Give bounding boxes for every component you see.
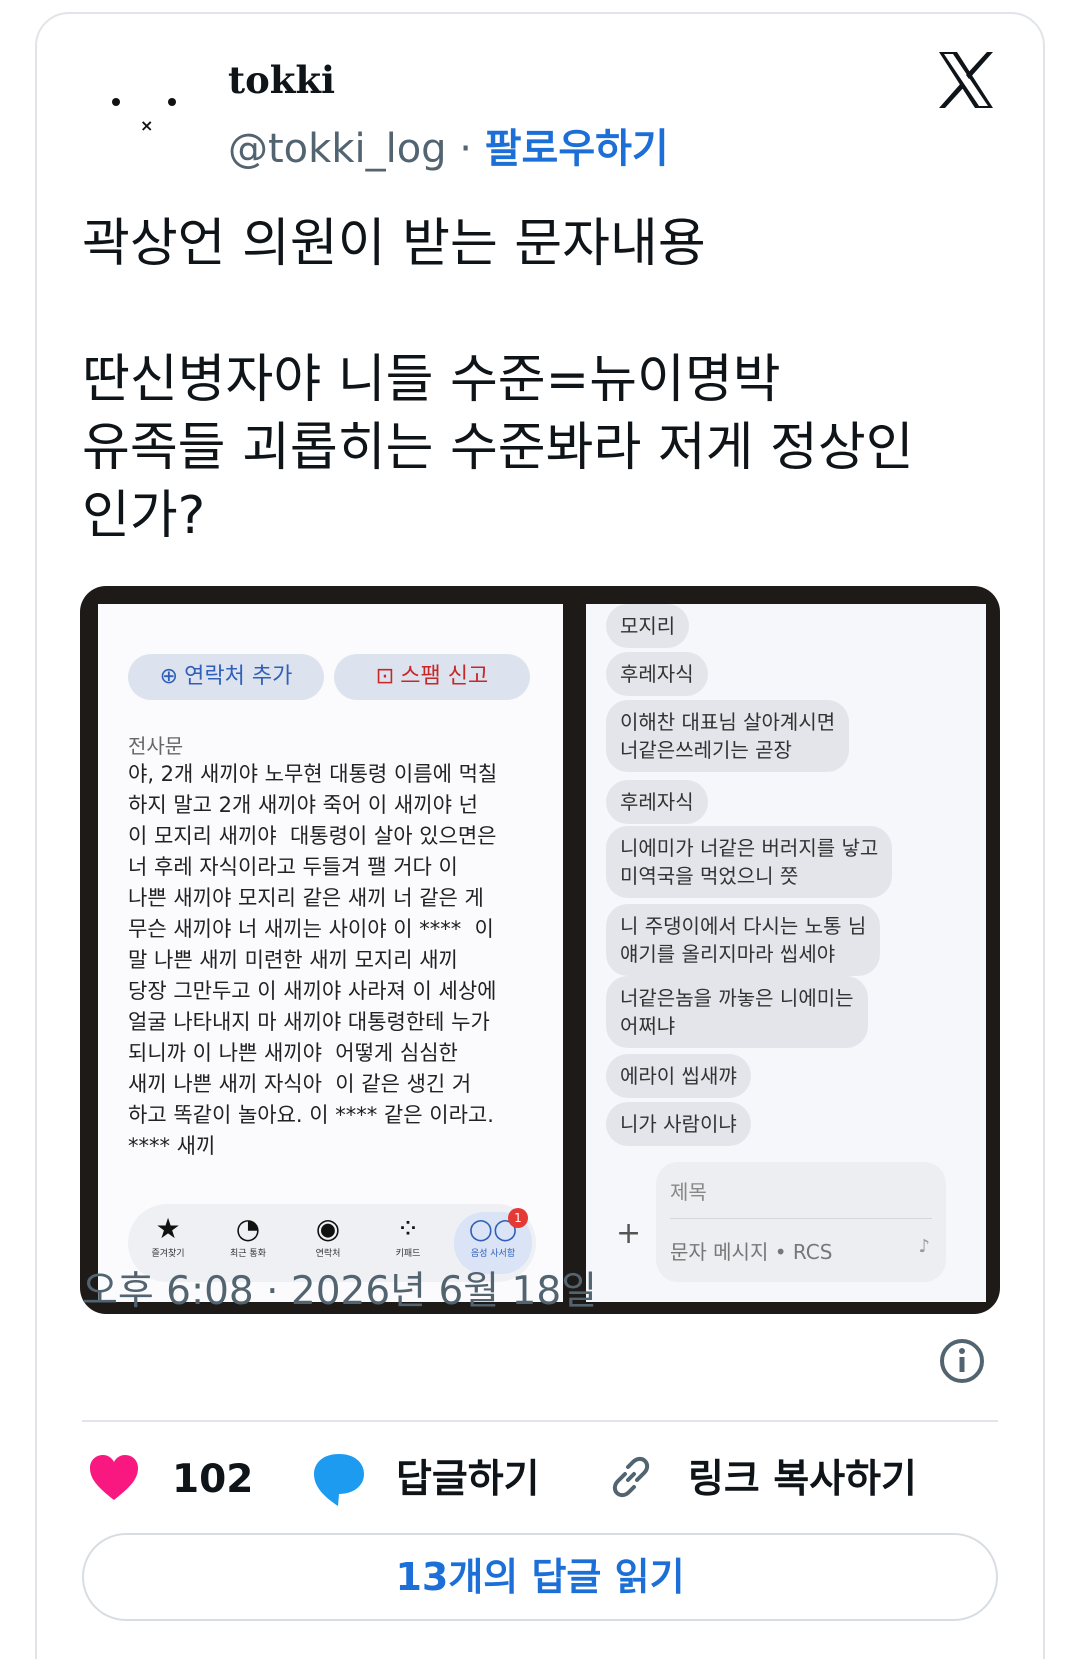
tweet-timestamp[interactable]: 오후 6:08 · 2026년 6월 18일 <box>82 1260 597 1316</box>
mic-icon: ♪ <box>918 1236 931 1257</box>
x-logo-icon[interactable] <box>935 50 997 110</box>
clock-icon: ◔ <box>235 1212 261 1245</box>
link-icon[interactable] <box>606 1452 656 1502</box>
reply-bubble-icon[interactable] <box>312 1450 366 1508</box>
report-icon: ⊡ <box>375 664 395 689</box>
transcript-label: 전사문 <box>128 734 184 758</box>
message-bubble: 니 주댕이에서 다시는 노통 님 얘기를 올리지마라 씹세야 <box>606 904 881 976</box>
reply-button[interactable]: 답글하기 <box>396 1440 540 1520</box>
attach-plus-icon: + <box>616 1216 642 1251</box>
person-icon: ◉ <box>315 1212 341 1245</box>
message-composer: 제목 문자 메시지 • RCS ♪ <box>656 1162 946 1282</box>
actions-divider <box>82 1420 998 1422</box>
add-contact-label: 연락처 추가 <box>184 664 293 689</box>
add-contact-icon: ⊕ <box>159 664 179 689</box>
avatar-eye-left <box>112 98 120 106</box>
subject-placeholder: 제목 <box>670 1180 707 1204</box>
dock-label: 연락처 <box>315 1249 341 1259</box>
follow-button[interactable]: 팔로우하기 <box>485 126 669 172</box>
info-icon[interactable] <box>939 1338 985 1384</box>
message-bubble: 에라이 씹새꺄 <box>606 1054 751 1098</box>
message-bubble: 이해찬 대표님 살아계시면 너같은쓰레기는 곧장 <box>606 700 850 772</box>
dock-label: 키패드 <box>395 1249 421 1259</box>
heart-icon[interactable] <box>88 1452 140 1504</box>
tweet-media[interactable]: ⊕ 연락처 추가 ⊡ 스팸 신고 전사문 야, 2개 새끼야 노무현 대통령 이름에… <box>80 586 1000 1314</box>
message-bubble: 니가 사람이냐 <box>606 1102 751 1146</box>
dock-label: 최근 통화 <box>230 1249 266 1259</box>
right-screenshot: 모지리 후레자식 이해찬 대표님 살아계시면 너같은쓰레기는 곧장 후레자식 니… <box>586 604 986 1302</box>
transcript-body: 야, 2개 새끼야 노무현 대통령 이름에 먹칠 하지 말고 2개 새끼야 죽어… <box>128 762 498 1158</box>
message-bubble: 모지리 <box>606 604 690 648</box>
report-spam-button: ⊡ 스팸 신고 <box>334 654 530 700</box>
add-contact-button: ⊕ 연락처 추가 <box>128 654 324 700</box>
dock-recent: ◔ 최근 통화 <box>214 1212 282 1259</box>
like-count[interactable]: 102 <box>172 1440 253 1520</box>
message-bubble: 후레자식 <box>606 780 708 824</box>
message-bubble: 너같은놈을 까놓은 니에미는 어쩌냐 <box>606 976 868 1048</box>
message-bubble: 후레자식 <box>606 652 708 696</box>
handle-row: @tokki_log · 팔로우하기 <box>228 116 669 174</box>
tweet-text: 곽상언 의원이 받는 문자내용 딴신병자야 니들 수준=뉴이명박 유족들 괴롭히… <box>82 214 914 546</box>
message-placeholder: 문자 메시지 • RCS <box>670 1240 833 1264</box>
copy-link-button[interactable]: 링크 복사하기 <box>688 1440 917 1520</box>
message-bubble: 니에미가 너같은 버러지를 낳고 미역국을 먹었으니 쯧 <box>606 826 893 898</box>
report-spam-label: 스팸 신고 <box>400 664 489 689</box>
dock-label: 즐겨찾기 <box>151 1249 185 1259</box>
avatar-mouth: × <box>140 116 154 135</box>
dock-contacts: ◉ 연락처 <box>294 1212 362 1259</box>
dock-favorites: ★ 즐겨찾기 <box>134 1212 202 1259</box>
composer-divider <box>670 1218 932 1219</box>
dock-keypad: ⁘ 키패드 <box>374 1212 442 1259</box>
star-icon: ★ <box>155 1212 181 1245</box>
keypad-icon: ⁘ <box>396 1212 420 1245</box>
handle[interactable]: @tokki_log <box>228 126 447 172</box>
avatar-eye-right <box>168 98 176 106</box>
read-replies-button[interactable]: 13개의 답글 읽기 <box>82 1533 998 1621</box>
voicemail-badge: 1 <box>508 1208 528 1228</box>
left-screenshot: ⊕ 연락처 추가 ⊡ 스팸 신고 전사문 야, 2개 새끼야 노무현 대통령 이름에… <box>98 604 563 1302</box>
avatar[interactable]: × <box>82 48 192 158</box>
separator: · <box>459 126 473 172</box>
display-name[interactable]: tokki <box>228 58 335 102</box>
dock-label: 음성 사서함 <box>470 1249 516 1259</box>
